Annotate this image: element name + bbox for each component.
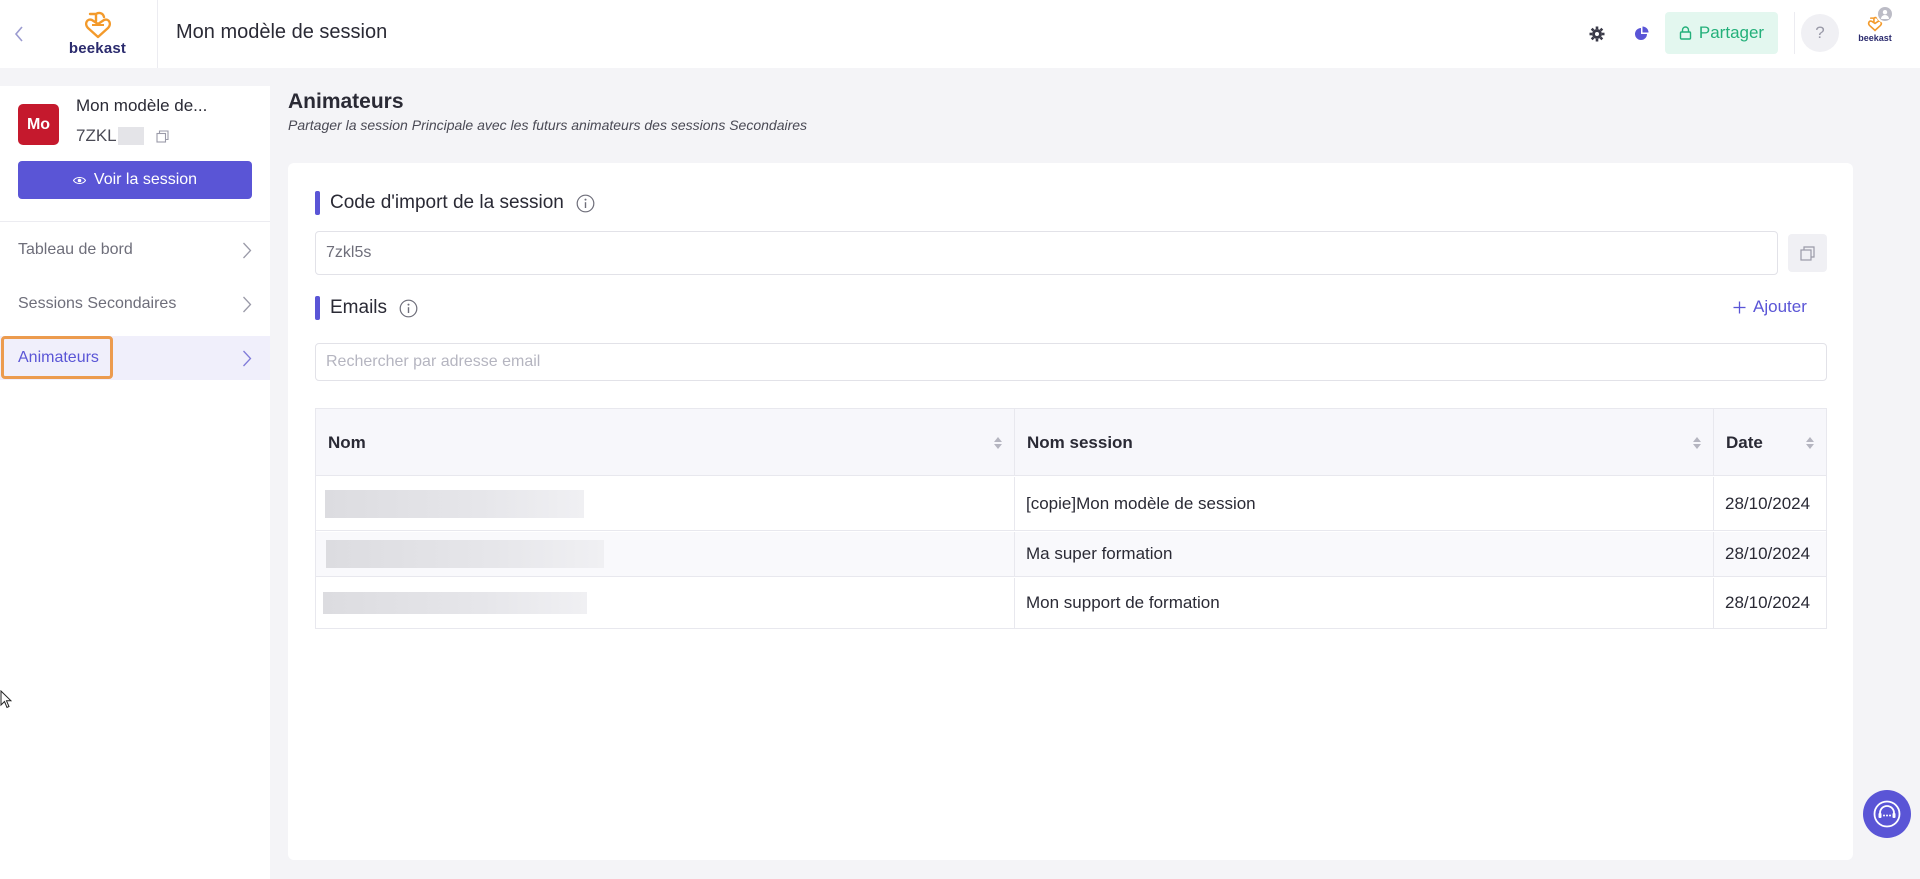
info-icon[interactable]: [399, 299, 418, 318]
headset-chat-icon: [1873, 800, 1901, 828]
cell-nom-session: Mon support de formation: [1015, 578, 1714, 628]
table-header: Nom Nom session Date: [316, 409, 1826, 476]
redacted-name: [326, 540, 604, 568]
info-icon[interactable]: [576, 194, 595, 213]
copy-code-button[interactable]: [156, 129, 169, 143]
animateurs-table: Nom Nom session Date [copie]Mon modèle d…: [315, 408, 1827, 629]
sidebar-item-label: Tableau de bord: [18, 241, 133, 258]
sidebar: Mo Mon modèle de... 7ZKL Voir la session…: [0, 86, 270, 879]
session-code-text: 7ZKL: [76, 126, 117, 145]
column-label: Nom session: [1027, 432, 1133, 452]
cell-nom-session: Ma super formation: [1015, 532, 1714, 576]
session-name: Mon modèle de...: [76, 96, 208, 115]
logo-text: beekast: [68, 40, 127, 57]
plus-icon: [1733, 301, 1746, 313]
column-header-date[interactable]: Date: [1714, 409, 1826, 476]
emails-label: Emails: [330, 297, 388, 318]
top-bar: beekast Mon modèle de session Partager ?: [0, 0, 1920, 68]
view-session-button[interactable]: Voir la session: [18, 161, 252, 199]
sidebar-item-label: Sessions Secondaires: [18, 295, 177, 312]
toolbar-separator: [1794, 12, 1795, 54]
mouse-cursor-icon: [0, 690, 12, 709]
import-code-heading: Code d'import de la session: [315, 191, 595, 215]
chevron-left-icon: [14, 26, 23, 42]
beekast-logo[interactable]: beekast: [38, 0, 158, 68]
copy-icon: [156, 129, 169, 143]
back-button[interactable]: [0, 0, 38, 68]
cell-nom: [316, 477, 1015, 530]
copy-icon: [1800, 245, 1815, 261]
view-session-label: Voir la session: [93, 171, 198, 188]
emails-heading: Emails: [315, 296, 418, 320]
table-row[interactable]: Mon support de formation 28/10/2024: [316, 578, 1826, 628]
cell-nom-session: [copie]Mon modèle de session: [1015, 477, 1714, 530]
gear-icon: [1589, 26, 1605, 42]
cell-date: 28/10/2024: [1725, 593, 1811, 612]
share-button[interactable]: Partager: [1665, 12, 1778, 54]
sidebar-item-label: Animateurs: [18, 349, 99, 366]
chevron-right-icon: [242, 296, 252, 313]
copy-import-code-button[interactable]: [1788, 234, 1827, 272]
sidebar-divider: [0, 221, 270, 222]
column-label: Date: [1726, 432, 1763, 452]
sidebar-item-secondary-sessions[interactable]: Sessions Secondaires: [0, 282, 270, 326]
cell-nom: [316, 578, 1015, 628]
account-menu[interactable]: beekast: [1853, 16, 1897, 54]
chevron-right-icon: [242, 242, 252, 259]
beekast-logo-icon: [84, 11, 111, 39]
add-email-label: Ajouter: [1753, 297, 1807, 316]
session-code: 7ZKL: [76, 126, 169, 146]
sort-icon: [994, 436, 1002, 449]
user-badge[interactable]: [1876, 5, 1894, 23]
sort-icon: [1693, 436, 1701, 449]
settings-button[interactable]: [1585, 22, 1609, 46]
column-header-nom[interactable]: Nom: [316, 409, 1015, 476]
redacted-name: [325, 489, 584, 518]
user-icon: [1881, 10, 1889, 19]
page-title: Mon modèle de session: [176, 21, 388, 43]
add-email-button[interactable]: Ajouter: [1733, 297, 1807, 317]
chevron-right-icon: [242, 350, 252, 367]
heading-accent-bar: [315, 191, 320, 215]
column-header-nom-session[interactable]: Nom session: [1015, 409, 1714, 476]
table-row[interactable]: [copie]Mon modèle de session 28/10/2024: [316, 477, 1826, 531]
sort-icon: [1806, 436, 1814, 449]
cell-date: 28/10/2024: [1725, 544, 1811, 563]
lock-icon: [1679, 26, 1692, 40]
cell-date: 28/10/2024: [1725, 493, 1811, 513]
import-code-field[interactable]: 7zkl5s: [315, 231, 1778, 275]
help-button[interactable]: ?: [1801, 14, 1839, 52]
stats-button[interactable]: [1629, 22, 1653, 46]
section-title: Animateurs: [288, 90, 404, 113]
import-code-label: Code d'import de la session: [330, 192, 564, 213]
session-code-redacted: [117, 127, 144, 145]
column-label: Nom: [328, 432, 366, 452]
table-row[interactable]: Ma super formation 28/10/2024: [316, 532, 1826, 577]
heading-accent-bar: [315, 296, 320, 320]
redacted-name: [323, 592, 587, 614]
session-avatar: Mo: [18, 104, 59, 145]
account-logo-text: beekast: [1858, 33, 1892, 43]
section-subtitle: Partager la session Principale avec les …: [288, 117, 808, 133]
cell-nom: [316, 532, 1015, 576]
eye-icon: [72, 176, 86, 184]
email-search-input[interactable]: [315, 343, 1827, 381]
sidebar-item-animateurs[interactable]: Animateurs: [0, 336, 270, 380]
share-label: Partager: [1698, 23, 1765, 42]
support-chat-button[interactable]: [1863, 790, 1911, 838]
sidebar-item-dashboard[interactable]: Tableau de bord: [0, 228, 270, 272]
pie-chart-icon: [1635, 26, 1649, 40]
